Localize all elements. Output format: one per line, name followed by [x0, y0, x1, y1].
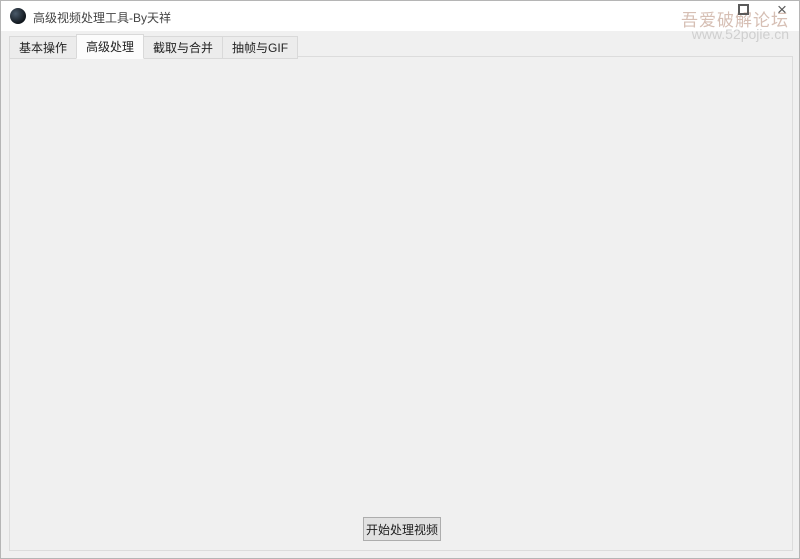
tab-label: 抽帧与GIF: [232, 41, 289, 55]
tab-label: 截取与合并: [153, 41, 214, 55]
tab-cut-and-merge[interactable]: 截取与合并: [143, 36, 224, 59]
tab-label: 高级处理: [86, 40, 135, 54]
close-window-icon[interactable]: ×: [772, 1, 792, 21]
app-window: 高级视频处理工具-By天祥 吾爱破解论坛 www.52pojie.cn × 基本…: [0, 0, 800, 559]
restore-window-icon[interactable]: [738, 4, 749, 15]
window-title: 高级视频处理工具-By天祥: [33, 11, 172, 25]
tab-label: 基本操作: [19, 41, 68, 55]
forum-watermark-url: www.52pojie.cn: [691, 26, 789, 42]
tab-advanced-processing[interactable]: 高级处理: [76, 34, 145, 59]
advanced-processing-panel: [9, 56, 793, 551]
start-processing-label: 开始处理视频: [365, 522, 438, 537]
tab-strip: 基本操作 高级处理 截取与合并 抽帧与GIF: [9, 34, 299, 59]
tab-frames-and-gif[interactable]: 抽帧与GIF: [222, 36, 299, 59]
app-icon: [10, 8, 26, 24]
tab-basic-operations[interactable]: 基本操作: [9, 36, 78, 59]
start-processing-button[interactable]: 开始处理视频: [363, 517, 441, 541]
title-bar: 高级视频处理工具-By天祥 吾爱破解论坛 www.52pojie.cn ×: [1, 1, 799, 42]
